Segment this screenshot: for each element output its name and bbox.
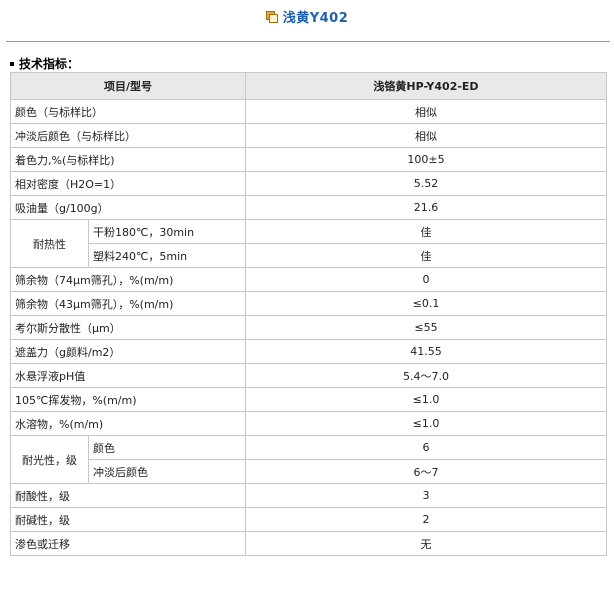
- row-item: 着色力,%(与标样比): [10, 147, 246, 172]
- row-value: 2: [245, 507, 607, 532]
- row-value: 3: [245, 483, 607, 508]
- table-row: 着色力,%(与标样比) 100±5: [10, 147, 607, 172]
- table-row: 耐碱性，级 2: [10, 507, 607, 532]
- section-title: 技术指标：: [19, 57, 80, 71]
- table-row: 水溶物，%(m/m) ≤1.0: [10, 411, 607, 436]
- title-bar: 浅黄Y402: [0, 0, 614, 32]
- row-value: ≤1.0: [245, 387, 607, 412]
- row-value: 5.4～7.0: [245, 363, 607, 388]
- row-sub-item: 塑料240℃，5min: [88, 243, 246, 268]
- section-heading: 技术指标：: [10, 55, 79, 72]
- row-item: 耐碱性，级: [10, 507, 246, 532]
- row-value: 41.55: [245, 339, 607, 364]
- table-row: 塑料240℃，5min 佳: [11, 243, 607, 268]
- row-item: 渗色或迁移: [10, 531, 246, 556]
- table-row: 遮盖力（g颜料/m2） 41.55: [10, 339, 607, 364]
- row-value: 佳: [245, 243, 607, 268]
- row-group-label: 耐光性，级: [10, 435, 89, 484]
- row-item: 水悬浮液pH值: [10, 363, 246, 388]
- row-value: 100±5: [245, 147, 607, 172]
- row-sub-item: 颜色: [88, 435, 246, 460]
- row-sub-item: 冲淡后颜色: [88, 459, 246, 484]
- table-row: 耐酸性，级 3: [10, 483, 607, 508]
- row-item: 耐酸性，级: [10, 483, 246, 508]
- table-row: 耐光性，级 颜色 6: [10, 435, 607, 484]
- row-value: 21.6: [245, 195, 607, 220]
- bullet-icon: [10, 61, 14, 66]
- table-row: 耐热性 干粉180℃，30min 佳: [10, 219, 607, 268]
- row-value: 6: [245, 435, 607, 460]
- row-item: 105℃挥发物，%(m/m): [10, 387, 246, 412]
- divider: [6, 41, 610, 42]
- table-row: 吸油量（g/100g） 21.6: [10, 195, 607, 220]
- product-icon: [265, 10, 278, 23]
- table-row: 渗色或迁移 无: [10, 531, 607, 556]
- table-row: 筛余物（74μm筛孔），%(m/m) 0: [10, 267, 607, 292]
- table-row: 颜色（与标样比） 相似: [10, 99, 607, 124]
- table-row: 105℃挥发物，%(m/m) ≤1.0: [10, 387, 607, 412]
- header-model: 浅铬黄HP-Y402-ED: [245, 72, 607, 100]
- row-value: 0: [245, 267, 607, 292]
- table-row: 相对密度（H2O=1） 5.52: [10, 171, 607, 196]
- row-value: 相似: [245, 99, 607, 124]
- table-header-row: 项目/型号 浅铬黄HP-Y402-ED: [10, 72, 607, 100]
- table-row: 冲淡后颜色 6～7: [11, 459, 607, 484]
- row-item: 考尔斯分散性（μm）: [10, 315, 246, 340]
- row-value: ≤55: [245, 315, 607, 340]
- table-row: 水悬浮液pH值 5.4～7.0: [10, 363, 607, 388]
- table-row: 冲淡后颜色（与标样比） 相似: [10, 123, 607, 148]
- row-item: 颜色（与标样比）: [10, 99, 246, 124]
- header-item: 项目/型号: [10, 72, 246, 100]
- row-item: 遮盖力（g颜料/m2）: [10, 339, 246, 364]
- row-value: 无: [245, 531, 607, 556]
- row-item: 筛余物（74μm筛孔），%(m/m): [10, 267, 246, 292]
- row-value: 6～7: [245, 459, 607, 484]
- page-title: 浅黄Y402: [282, 10, 349, 26]
- spec-table: 项目/型号 浅铬黄HP-Y402-ED 颜色（与标样比） 相似 冲淡后颜色（与标…: [10, 72, 607, 556]
- table-row: 考尔斯分散性（μm） ≤55: [10, 315, 607, 340]
- row-item: 相对密度（H2O=1）: [10, 171, 246, 196]
- row-item: 水溶物，%(m/m): [10, 411, 246, 436]
- row-item: 筛余物（43μm筛孔），%(m/m): [10, 291, 246, 316]
- row-value: 5.52: [245, 171, 607, 196]
- row-item: 吸油量（g/100g）: [10, 195, 246, 220]
- row-value: ≤1.0: [245, 411, 607, 436]
- row-value: 相似: [245, 123, 607, 148]
- row-value: 佳: [245, 219, 607, 244]
- row-value: ≤0.1: [245, 291, 607, 316]
- row-sub-item: 干粉180℃，30min: [88, 219, 246, 244]
- table-row: 筛余物（43μm筛孔），%(m/m) ≤0.1: [10, 291, 607, 316]
- row-item: 冲淡后颜色（与标样比）: [10, 123, 246, 148]
- row-group-label: 耐热性: [10, 219, 89, 268]
